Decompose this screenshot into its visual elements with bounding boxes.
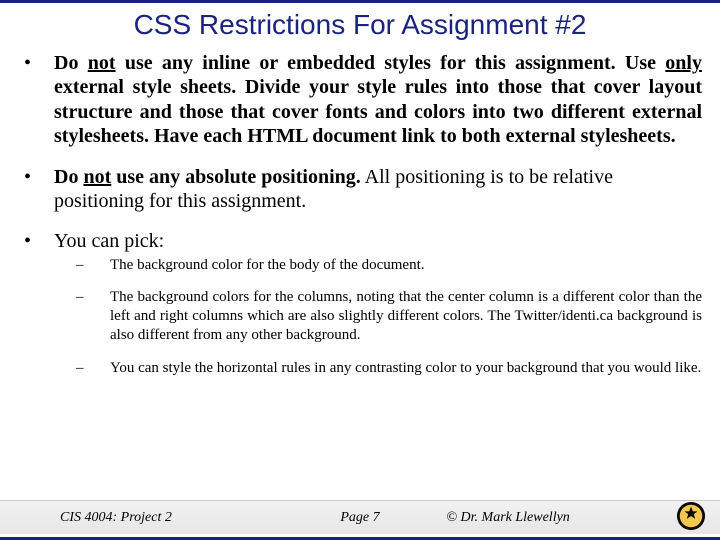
bullet-text: use any inline or embedded styles for th…	[116, 52, 666, 74]
footer-page: Page 7	[274, 510, 447, 526]
bullet-bold-run: Do not use any inline or embedded styles…	[54, 52, 702, 147]
bullet-item: You can pick: The background color for t…	[18, 229, 702, 377]
bullet-bold-run: Do not use any absolute positioning.	[54, 166, 361, 188]
ucf-logo-icon	[676, 501, 706, 531]
slide-footer: CIS 4004: Project 2 Page 7 © Dr. Mark Ll…	[0, 500, 720, 534]
bullet-text: external style sheets. Divide your style…	[54, 76, 702, 147]
bullet-underline: not	[83, 166, 111, 188]
footer-course: CIS 4004: Project 2	[0, 510, 274, 526]
slide: CSS Restrictions For Assignment #2 Do no…	[0, 0, 720, 540]
bullet-text: You can pick:	[54, 230, 164, 252]
bullet-text: Do	[54, 166, 83, 188]
bullet-text: Do	[54, 52, 88, 74]
sub-list: The background color for the body of the…	[54, 256, 702, 378]
slide-content: Do not use any inline or embedded styles…	[0, 51, 720, 377]
sub-item: The background color for the body of the…	[54, 256, 702, 275]
bullet-item: Do not use any absolute positioning. All…	[18, 165, 702, 214]
bullet-item: Do not use any inline or embedded styles…	[18, 51, 702, 149]
sub-item: You can style the horizontal rules in an…	[54, 359, 702, 378]
bullet-text: use any absolute positioning.	[111, 166, 361, 188]
footer-author: © Dr. Mark Llewellyn	[446, 510, 648, 526]
slide-title: CSS Restrictions For Assignment #2	[0, 9, 720, 41]
bullet-underline: not	[88, 52, 116, 74]
bullet-underline: only	[665, 52, 702, 74]
bullet-list: Do not use any inline or embedded styles…	[18, 51, 702, 377]
sub-item: The background colors for the columns, n…	[54, 288, 702, 344]
